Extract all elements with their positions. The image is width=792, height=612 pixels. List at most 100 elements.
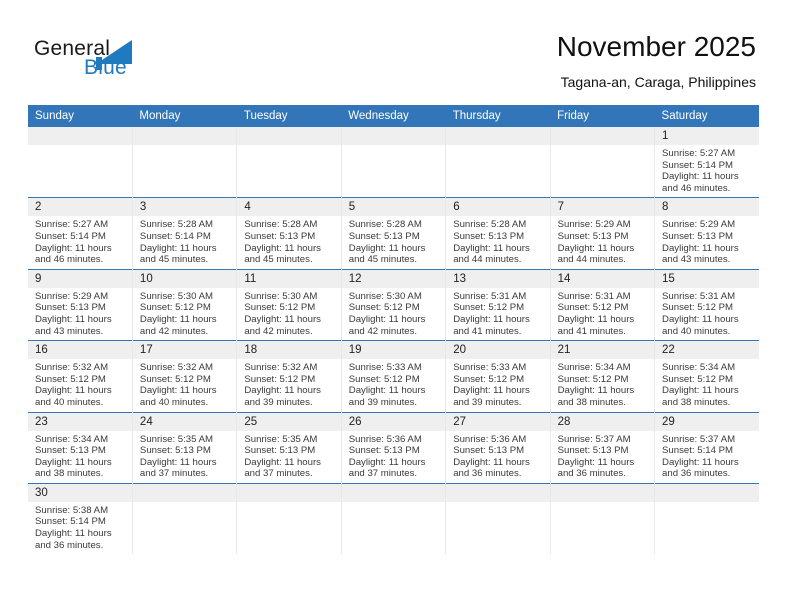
calendar-day-cell[interactable]: 24 Sunrise: 5:35 AM Sunset: 5:13 PM Dayligh… bbox=[132, 411, 238, 484]
day-detail-line: and 40 minutes. bbox=[139, 396, 209, 408]
day-number: 22 bbox=[655, 341, 759, 360]
calendar-day-cell-empty bbox=[654, 482, 759, 555]
day-detail-line: Sunrise: 5:30 AM bbox=[348, 290, 422, 302]
calendar-day-cell[interactable]: 23 Sunrise: 5:34 AM Sunset: 5:13 PM Dayligh… bbox=[28, 411, 133, 484]
day-details: Sunrise: 5:35 AM Sunset: 5:13 PM Daylight:… bbox=[133, 431, 236, 483]
calendar-day-cell-empty bbox=[236, 482, 342, 555]
day-details: Sunrise: 5:31 AM Sunset: 5:12 PM Daylight:… bbox=[551, 288, 654, 340]
day-detail-line: Sunrise: 5:31 AM bbox=[453, 290, 527, 302]
calendar-day-cell[interactable]: 21 Sunrise: 5:34 AM Sunset: 5:12 PM Dayligh… bbox=[550, 340, 656, 412]
day-detail-line: Sunset: 5:12 PM bbox=[662, 302, 733, 314]
calendar-day-cell[interactable]: 17 Sunrise: 5:32 AM Sunset: 5:12 PM Dayligh… bbox=[132, 340, 238, 412]
page-title: November 2025 bbox=[556, 31, 756, 62]
day-detail-line: Sunrise: 5:29 AM bbox=[662, 219, 736, 231]
day-detail-line: Daylight: 11 hours bbox=[453, 313, 530, 325]
calendar-day-cell[interactable]: 11 Sunrise: 5:30 AM Sunset: 5:12 PM Dayligh… bbox=[236, 268, 342, 341]
calendar-day-cell[interactable]: 28 Sunrise: 5:37 AM Sunset: 5:13 PM Dayligh… bbox=[550, 411, 656, 484]
day-detail-line: and 36 minutes. bbox=[662, 468, 731, 480]
calendar-day-cell[interactable]: 19 Sunrise: 5:33 AM Sunset: 5:12 PM Dayligh… bbox=[341, 340, 447, 412]
day-details: Sunrise: 5:30 AM Sunset: 5:12 PM Daylight:… bbox=[133, 288, 236, 340]
calendar-day-cell[interactable]: 26 Sunrise: 5:36 AM Sunset: 5:13 PM Dayligh… bbox=[341, 411, 447, 484]
calendar-week-row: 30 Sunrise: 5:38 AM Sunset: 5:14 PM Dayligh… bbox=[28, 482, 759, 555]
day-detail-line: Sunset: 5:13 PM bbox=[453, 445, 525, 457]
day-detail-line: Daylight: 11 hours bbox=[35, 385, 112, 397]
day-detail-line: Sunset: 5:12 PM bbox=[139, 302, 211, 314]
calendar-day-cell[interactable]: 29 Sunrise: 5:37 AM Sunset: 5:14 PM Dayligh… bbox=[654, 411, 759, 484]
day-number bbox=[550, 127, 655, 145]
calendar-day-cell[interactable]: 20 Sunrise: 5:33 AM Sunset: 5:12 PM Dayligh… bbox=[445, 340, 551, 412]
calendar-day-cell[interactable]: 9 Sunrise: 5:29 AM Sunset: 5:13 PM Daylight… bbox=[28, 268, 133, 341]
day-details: Sunrise: 5:28 AM Sunset: 5:13 PM Daylight:… bbox=[342, 216, 445, 268]
day-number: 29 bbox=[655, 412, 759, 431]
calendar-day-cell[interactable]: 8 Sunrise: 5:29 AM Sunset: 5:13 PM Daylight… bbox=[654, 197, 759, 270]
calendar-day-cell[interactable]: 25 Sunrise: 5:35 AM Sunset: 5:13 PM Dayligh… bbox=[236, 411, 342, 484]
calendar-day-cell[interactable]: 14 Sunrise: 5:31 AM Sunset: 5:12 PM Dayligh… bbox=[550, 268, 656, 341]
calendar-day-cell[interactable]: 10 Sunrise: 5:30 AM Sunset: 5:12 PM Dayligh… bbox=[132, 268, 238, 341]
day-details: Sunrise: 5:32 AM Sunset: 5:12 PM Daylight:… bbox=[237, 359, 340, 411]
day-detail-line: and 44 minutes. bbox=[557, 254, 626, 266]
day-details: Sunrise: 5:37 AM Sunset: 5:13 PM Daylight:… bbox=[551, 431, 654, 483]
day-detail-line: and 41 minutes. bbox=[557, 325, 626, 337]
day-detail-line: Daylight: 11 hours bbox=[453, 242, 530, 254]
day-detail-line: Daylight: 11 hours bbox=[139, 313, 217, 325]
day-detail-line: and 39 minutes. bbox=[244, 396, 313, 408]
calendar-day-cell-empty bbox=[445, 482, 551, 555]
day-detail-line: Sunrise: 5:27 AM bbox=[35, 219, 109, 231]
day-detail-line: Sunset: 5:12 PM bbox=[244, 373, 316, 385]
calendar-day-cell[interactable]: 22 Sunrise: 5:34 AM Sunset: 5:12 PM Dayligh… bbox=[654, 340, 759, 412]
calendar-day-cell[interactable]: 6 Sunrise: 5:28 AM Sunset: 5:13 PM Daylight… bbox=[445, 197, 551, 270]
day-number: 6 bbox=[446, 198, 550, 217]
calendar-day-cell-empty bbox=[341, 127, 447, 198]
day-detail-line: and 41 minutes. bbox=[453, 325, 522, 337]
calendar-day-cell[interactable]: 30 Sunrise: 5:38 AM Sunset: 5:14 PM Dayligh… bbox=[28, 482, 133, 555]
day-detail-line: Sunset: 5:12 PM bbox=[139, 373, 211, 385]
calendar-day-cell[interactable]: 7 Sunrise: 5:29 AM Sunset: 5:13 PM Daylight… bbox=[550, 197, 656, 270]
day-detail-line: Sunrise: 5:32 AM bbox=[244, 362, 318, 374]
calendar-day-cell[interactable]: 2 Sunrise: 5:27 AM Sunset: 5:14 PM Daylight… bbox=[28, 197, 133, 270]
day-detail-line: Sunrise: 5:37 AM bbox=[662, 433, 736, 445]
day-number: 24 bbox=[132, 412, 237, 431]
day-detail-line: Sunset: 5:13 PM bbox=[244, 445, 316, 457]
day-details: Sunrise: 5:32 AM Sunset: 5:12 PM Daylight:… bbox=[28, 359, 132, 411]
calendar-day-cell[interactable]: 1 Sunrise: 5:27 AM Sunset: 5:14 PM Daylight… bbox=[655, 127, 759, 198]
calendar-day-cell[interactable]: 13 Sunrise: 5:31 AM Sunset: 5:12 PM Dayligh… bbox=[445, 268, 551, 341]
day-detail-line: Sunrise: 5:32 AM bbox=[35, 362, 109, 374]
day-detail-line: Daylight: 11 hours bbox=[662, 313, 739, 325]
day-number bbox=[237, 483, 341, 502]
calendar-day-cell[interactable]: 15 Sunrise: 5:31 AM Sunset: 5:12 PM Dayligh… bbox=[654, 268, 759, 341]
calendar-day-cell[interactable]: 3 Sunrise: 5:28 AM Sunset: 5:14 PM Daylight… bbox=[132, 197, 238, 270]
day-detail-line: Daylight: 11 hours bbox=[35, 242, 112, 254]
calendar-day-cell[interactable]: 12 Sunrise: 5:30 AM Sunset: 5:12 PM Dayligh… bbox=[341, 268, 447, 341]
page-header: General Blue November 2025 Tagana-an, Ca… bbox=[0, 0, 792, 100]
day-detail-line: Daylight: 11 hours bbox=[35, 313, 112, 325]
day-detail-line: Sunrise: 5:30 AM bbox=[244, 290, 318, 302]
day-detail-line: Sunrise: 5:31 AM bbox=[557, 290, 631, 302]
calendar-day-cell-empty bbox=[132, 482, 238, 555]
day-details: Sunrise: 5:30 AM Sunset: 5:12 PM Daylight:… bbox=[342, 288, 445, 340]
calendar-day-cell[interactable]: 4 Sunrise: 5:28 AM Sunset: 5:13 PM Daylight… bbox=[236, 197, 342, 270]
day-details: Sunrise: 5:33 AM Sunset: 5:12 PM Daylight:… bbox=[446, 359, 549, 411]
day-detail-line: Daylight: 11 hours bbox=[139, 385, 217, 397]
day-detail-line: Sunrise: 5:29 AM bbox=[557, 219, 631, 231]
day-number: 4 bbox=[237, 198, 341, 217]
calendar-day-cell[interactable]: 16 Sunrise: 5:32 AM Sunset: 5:12 PM Dayligh… bbox=[28, 340, 133, 412]
calendar-page: General Blue November 2025 Tagana-an, Ca… bbox=[0, 0, 792, 612]
day-detail-line: Sunrise: 5:29 AM bbox=[35, 290, 109, 302]
day-detail-line: and 38 minutes. bbox=[557, 396, 626, 408]
day-detail-line: and 44 minutes. bbox=[453, 254, 522, 266]
calendar-day-cell-empty bbox=[28, 127, 133, 198]
calendar-day-cell[interactable]: 27 Sunrise: 5:36 AM Sunset: 5:13 PM Dayligh… bbox=[445, 411, 551, 484]
day-details: Sunrise: 5:34 AM Sunset: 5:12 PM Daylight:… bbox=[551, 359, 654, 411]
day-detail-line: Sunset: 5:13 PM bbox=[662, 230, 733, 242]
day-number bbox=[655, 483, 759, 502]
day-detail-line: Sunrise: 5:33 AM bbox=[453, 362, 527, 374]
day-detail-line: and 45 minutes. bbox=[348, 254, 418, 266]
day-detail-line: Sunset: 5:13 PM bbox=[35, 302, 106, 314]
calendar-day-cell[interactable]: 18 Sunrise: 5:32 AM Sunset: 5:12 PM Dayligh… bbox=[236, 340, 342, 412]
calendar-day-cell[interactable]: 5 Sunrise: 5:28 AM Sunset: 5:13 PM Daylight… bbox=[341, 197, 447, 270]
day-detail-line: Sunset: 5:13 PM bbox=[244, 230, 316, 242]
day-details: Sunrise: 5:29 AM Sunset: 5:13 PM Daylight:… bbox=[655, 216, 759, 268]
general-blue-logo: General Blue bbox=[34, 38, 214, 88]
day-detail-line: and 36 minutes. bbox=[35, 539, 104, 551]
weekday-header-friday: Friday bbox=[550, 105, 655, 127]
